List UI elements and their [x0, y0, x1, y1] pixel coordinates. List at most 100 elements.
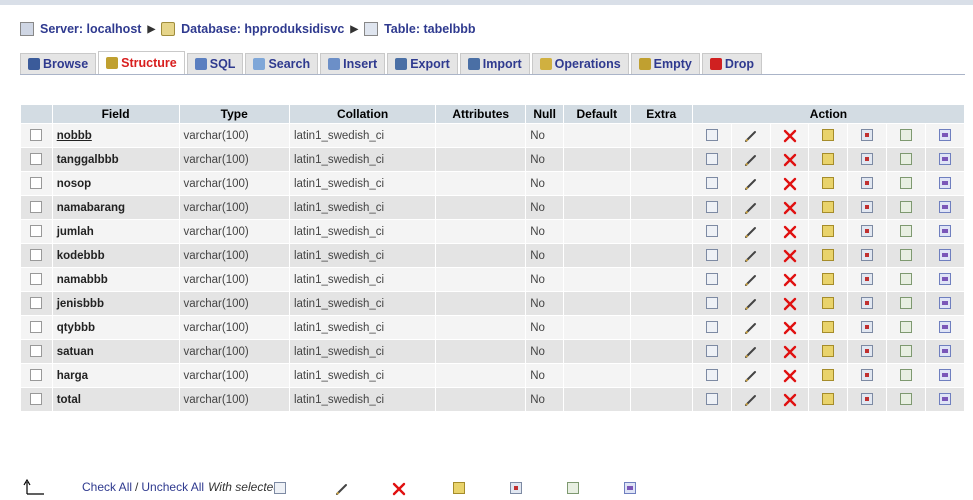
fulltext-selected-icon[interactable] [624, 482, 636, 494]
tab-operations[interactable]: Operations [531, 53, 629, 74]
field-cell[interactable]: tanggalbbb [52, 148, 179, 171]
unique-icon[interactable] [861, 345, 874, 358]
drop-icon[interactable] [783, 273, 797, 287]
browse-distinct-icon[interactable] [705, 249, 718, 262]
browse-distinct-icon[interactable] [705, 153, 718, 166]
browse-distinct-icon[interactable] [705, 201, 718, 214]
edit-icon[interactable] [744, 177, 758, 191]
row-checkbox[interactable] [30, 129, 43, 142]
tab-export[interactable]: Export [387, 53, 458, 74]
index-icon[interactable] [900, 201, 913, 214]
browse-distinct-icon[interactable] [705, 297, 718, 310]
check-all-link[interactable]: Check All [82, 480, 132, 494]
browse-distinct-icon[interactable] [705, 345, 718, 358]
tab-import[interactable]: Import [459, 53, 530, 74]
edit-icon[interactable] [744, 225, 758, 239]
browse-selected-icon[interactable] [274, 482, 286, 494]
row-checkbox[interactable] [30, 369, 43, 382]
tab-empty[interactable]: Empty [630, 53, 700, 74]
unique-icon[interactable] [861, 201, 874, 214]
unique-icon[interactable] [861, 225, 874, 238]
fulltext-icon[interactable] [938, 225, 951, 238]
edit-icon[interactable] [744, 201, 758, 215]
fulltext-icon[interactable] [938, 369, 951, 382]
browse-distinct-icon[interactable] [705, 273, 718, 286]
field-cell[interactable]: nobbb [52, 124, 179, 147]
drop-icon[interactable] [783, 129, 797, 143]
unique-icon[interactable] [861, 129, 874, 142]
tab-search[interactable]: Search [245, 53, 319, 74]
drop-selected-icon[interactable] [392, 482, 406, 496]
index-icon[interactable] [900, 225, 913, 238]
drop-icon[interactable] [783, 177, 797, 191]
browse-distinct-icon[interactable] [705, 129, 718, 142]
unique-icon[interactable] [861, 321, 874, 334]
drop-icon[interactable] [783, 345, 797, 359]
row-checkbox[interactable] [30, 297, 43, 310]
fulltext-icon[interactable] [938, 249, 951, 262]
primary-key-icon[interactable] [822, 393, 835, 406]
index-icon[interactable] [900, 273, 913, 286]
unique-icon[interactable] [861, 177, 874, 190]
row-checkbox[interactable] [30, 321, 43, 334]
field-cell[interactable]: nosop [52, 172, 179, 195]
fulltext-icon[interactable] [938, 129, 951, 142]
tab-insert[interactable]: Insert [320, 53, 386, 74]
tab-browse[interactable]: Browse [20, 53, 97, 74]
edit-icon[interactable] [744, 129, 758, 143]
row-checkbox[interactable] [30, 153, 43, 166]
index-icon[interactable] [900, 297, 913, 310]
edit-icon[interactable] [744, 297, 758, 311]
index-icon[interactable] [900, 393, 913, 406]
primary-key-icon[interactable] [822, 273, 835, 286]
field-cell[interactable]: total [52, 388, 179, 411]
index-icon[interactable] [900, 153, 913, 166]
row-checkbox[interactable] [30, 393, 43, 406]
edit-icon[interactable] [744, 321, 758, 335]
row-checkbox[interactable] [30, 177, 43, 190]
field-cell[interactable]: jumlah [52, 220, 179, 243]
unique-icon[interactable] [861, 393, 874, 406]
edit-selected-icon[interactable] [335, 482, 349, 496]
edit-icon[interactable] [744, 249, 758, 263]
fulltext-icon[interactable] [938, 177, 951, 190]
drop-icon[interactable] [783, 153, 797, 167]
index-icon[interactable] [900, 177, 913, 190]
row-checkbox[interactable] [30, 249, 43, 262]
fulltext-icon[interactable] [938, 153, 951, 166]
field-cell[interactable]: jenisbbb [52, 292, 179, 315]
fulltext-icon[interactable] [938, 321, 951, 334]
browse-distinct-icon[interactable] [705, 321, 718, 334]
edit-icon[interactable] [744, 369, 758, 383]
primary-key-icon[interactable] [822, 153, 835, 166]
unique-icon[interactable] [861, 273, 874, 286]
field-cell[interactable]: qtybbb [52, 316, 179, 339]
index-icon[interactable] [900, 321, 913, 334]
drop-icon[interactable] [783, 393, 797, 407]
index-icon[interactable] [900, 369, 913, 382]
index-icon[interactable] [900, 345, 913, 358]
primary-key-icon[interactable] [822, 225, 835, 238]
edit-icon[interactable] [744, 273, 758, 287]
primary-selected-icon[interactable] [453, 482, 465, 494]
drop-icon[interactable] [783, 321, 797, 335]
browse-distinct-icon[interactable] [705, 393, 718, 406]
breadcrumb-server[interactable]: Server: localhost [40, 22, 141, 36]
edit-icon[interactable] [744, 153, 758, 167]
browse-distinct-icon[interactable] [705, 177, 718, 190]
primary-key-icon[interactable] [822, 297, 835, 310]
fulltext-icon[interactable] [938, 273, 951, 286]
fulltext-icon[interactable] [938, 393, 951, 406]
tab-structure[interactable]: Structure [98, 51, 185, 74]
browse-distinct-icon[interactable] [705, 225, 718, 238]
field-cell[interactable]: satuan [52, 340, 179, 363]
primary-key-icon[interactable] [822, 129, 835, 142]
field-cell[interactable]: namabbb [52, 268, 179, 291]
unique-icon[interactable] [861, 153, 874, 166]
index-selected-icon[interactable] [567, 482, 579, 494]
index-icon[interactable] [900, 129, 913, 142]
field-cell[interactable]: harga [52, 364, 179, 387]
uncheck-all-link[interactable]: Uncheck All [141, 480, 204, 494]
breadcrumb-database[interactable]: Database: hpproduksidisvc [181, 22, 344, 36]
drop-icon[interactable] [783, 201, 797, 215]
